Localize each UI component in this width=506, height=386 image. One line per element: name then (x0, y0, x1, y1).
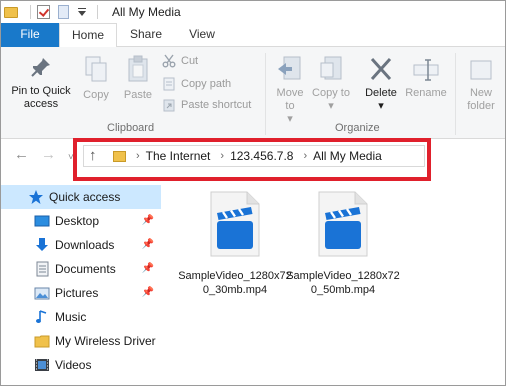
move-to-label: Move to ▾ (276, 87, 304, 125)
star-icon (28, 189, 44, 205)
file-list: SampleVideo_1280x720_30mb.mp4 SampleVide… (163, 181, 505, 385)
title-bar: All My Media (1, 1, 505, 23)
folder-icon (34, 333, 50, 349)
copy-path-button[interactable]: Copy path (161, 75, 231, 93)
explorer-window: All My Media File Home Share View Pin to… (0, 0, 506, 386)
copy-path-label: Copy path (181, 78, 232, 90)
group-divider (265, 53, 266, 135)
navigation-pane: Quick access Desktop 📌 Downloads 📌 Docum… (1, 181, 161, 385)
paste-button[interactable]: Paste (119, 55, 157, 102)
pictures-icon (34, 285, 50, 301)
scissors-icon (161, 54, 177, 68)
sidebar-item-videos[interactable]: Videos (1, 353, 161, 377)
forward-arrow-icon[interactable]: → (41, 147, 56, 163)
tab-share[interactable]: Share (119, 23, 173, 47)
organize-group-label: Organize (335, 122, 380, 134)
customize-toolbar-icon[interactable] (77, 7, 87, 17)
move-to-icon (278, 56, 301, 80)
sidebar-item-label: Quick access (49, 190, 121, 204)
copy-to-label: Copy to ▾ (312, 87, 350, 112)
quick-access-toolbar (4, 5, 104, 19)
pin-icon[interactable]: 📌 (142, 239, 154, 250)
ribbon: Pin to Quick access Copy Paste Cut Copy … (1, 47, 505, 139)
video-file-icon (317, 191, 369, 257)
paste-shortcut-icon (161, 98, 177, 112)
copy-button[interactable]: Copy (79, 55, 113, 102)
sidebar-item-label: Documents (55, 262, 116, 276)
delete-button[interactable]: Delete ▾ (360, 55, 402, 113)
music-icon (34, 309, 50, 325)
delete-label: Delete ▾ (365, 87, 397, 112)
pin-icon[interactable]: 📌 (142, 287, 154, 298)
rename-label: Rename (405, 87, 447, 99)
sidebar-item-label: Videos (55, 358, 92, 372)
copy-path-icon (161, 77, 177, 91)
sidebar-item-desktop[interactable]: Desktop 📌 (1, 209, 161, 233)
pin-icon (31, 58, 50, 77)
back-arrow-icon[interactable]: ← (14, 147, 29, 163)
properties-icon[interactable] (37, 5, 50, 19)
move-to-button[interactable]: Move to ▾ (271, 55, 309, 126)
videos-icon (34, 357, 50, 373)
new-folder-label: New folder (467, 87, 495, 112)
video-file-icon (209, 191, 261, 257)
new-folder-icon[interactable] (58, 5, 69, 19)
desktop-icon (34, 213, 50, 229)
sidebar-item-downloads[interactable]: Downloads 📌 (1, 233, 161, 257)
rename-button[interactable]: Rename (403, 55, 449, 100)
window-title: All My Media (112, 5, 181, 19)
group-divider (455, 53, 456, 135)
cut-button[interactable]: Cut (161, 52, 198, 70)
paste-icon (128, 55, 148, 82)
file-item[interactable]: SampleVideo_1280x720_30mb.mp4 (177, 191, 293, 297)
pin-icon[interactable]: 📌 (142, 215, 154, 226)
sidebar-item-label: Downloads (55, 238, 115, 252)
copy-label: Copy (83, 89, 109, 101)
highlight-box (73, 138, 431, 181)
cut-label: Cut (181, 55, 199, 67)
paste-label: Paste (123, 89, 153, 101)
pin-label: Pin to Quick access (11, 85, 71, 110)
tab-file[interactable]: File (1, 23, 59, 47)
rename-icon (413, 59, 439, 81)
folder-icon[interactable] (4, 6, 18, 18)
download-icon (34, 237, 50, 253)
new-folder-button[interactable]: New folder (461, 55, 501, 113)
file-name: SampleVideo_1280x720_30mb.mp4 (178, 270, 292, 296)
ribbon-tabs: File Home Share View (1, 23, 505, 48)
toolbar-divider (30, 5, 31, 19)
sidebar-item-my-wireless-driver[interactable]: My Wireless Driver (1, 329, 161, 353)
file-item[interactable]: SampleVideo_1280x720_50mb.mp4 (285, 191, 401, 297)
pin-to-quick-access-button[interactable]: Pin to Quick access (5, 55, 77, 111)
delete-icon (370, 57, 392, 81)
file-name: SampleVideo_1280x720_50mb.mp4 (286, 270, 400, 296)
pin-icon[interactable]: 📌 (142, 263, 154, 274)
paste-shortcut-button[interactable]: Paste shortcut (161, 96, 251, 114)
sidebar-item-music[interactable]: Music (1, 305, 161, 329)
copy-icon (85, 56, 107, 82)
tab-view[interactable]: View (177, 23, 227, 47)
clipboard-group-label: Clipboard (107, 122, 155, 134)
toolbar-divider (97, 5, 98, 19)
copy-to-icon (320, 56, 342, 80)
paste-shortcut-label: Paste shortcut (181, 99, 252, 111)
sidebar-item-label: Music (55, 310, 87, 324)
copy-to-button[interactable]: Copy to ▾ (312, 55, 350, 113)
sidebar-item-documents[interactable]: Documents 📌 (1, 257, 161, 281)
sidebar-item-pictures[interactable]: Pictures 📌 (1, 281, 161, 305)
tab-home[interactable]: Home (59, 23, 117, 48)
sidebar-item-label: Desktop (55, 214, 100, 228)
sidebar-item-quick-access[interactable]: Quick access (1, 185, 161, 209)
new-folder-icon (470, 60, 492, 80)
documents-icon (34, 261, 50, 277)
sidebar-item-label: My Wireless Driver (55, 334, 156, 348)
sidebar-item-label: Pictures (55, 286, 99, 300)
